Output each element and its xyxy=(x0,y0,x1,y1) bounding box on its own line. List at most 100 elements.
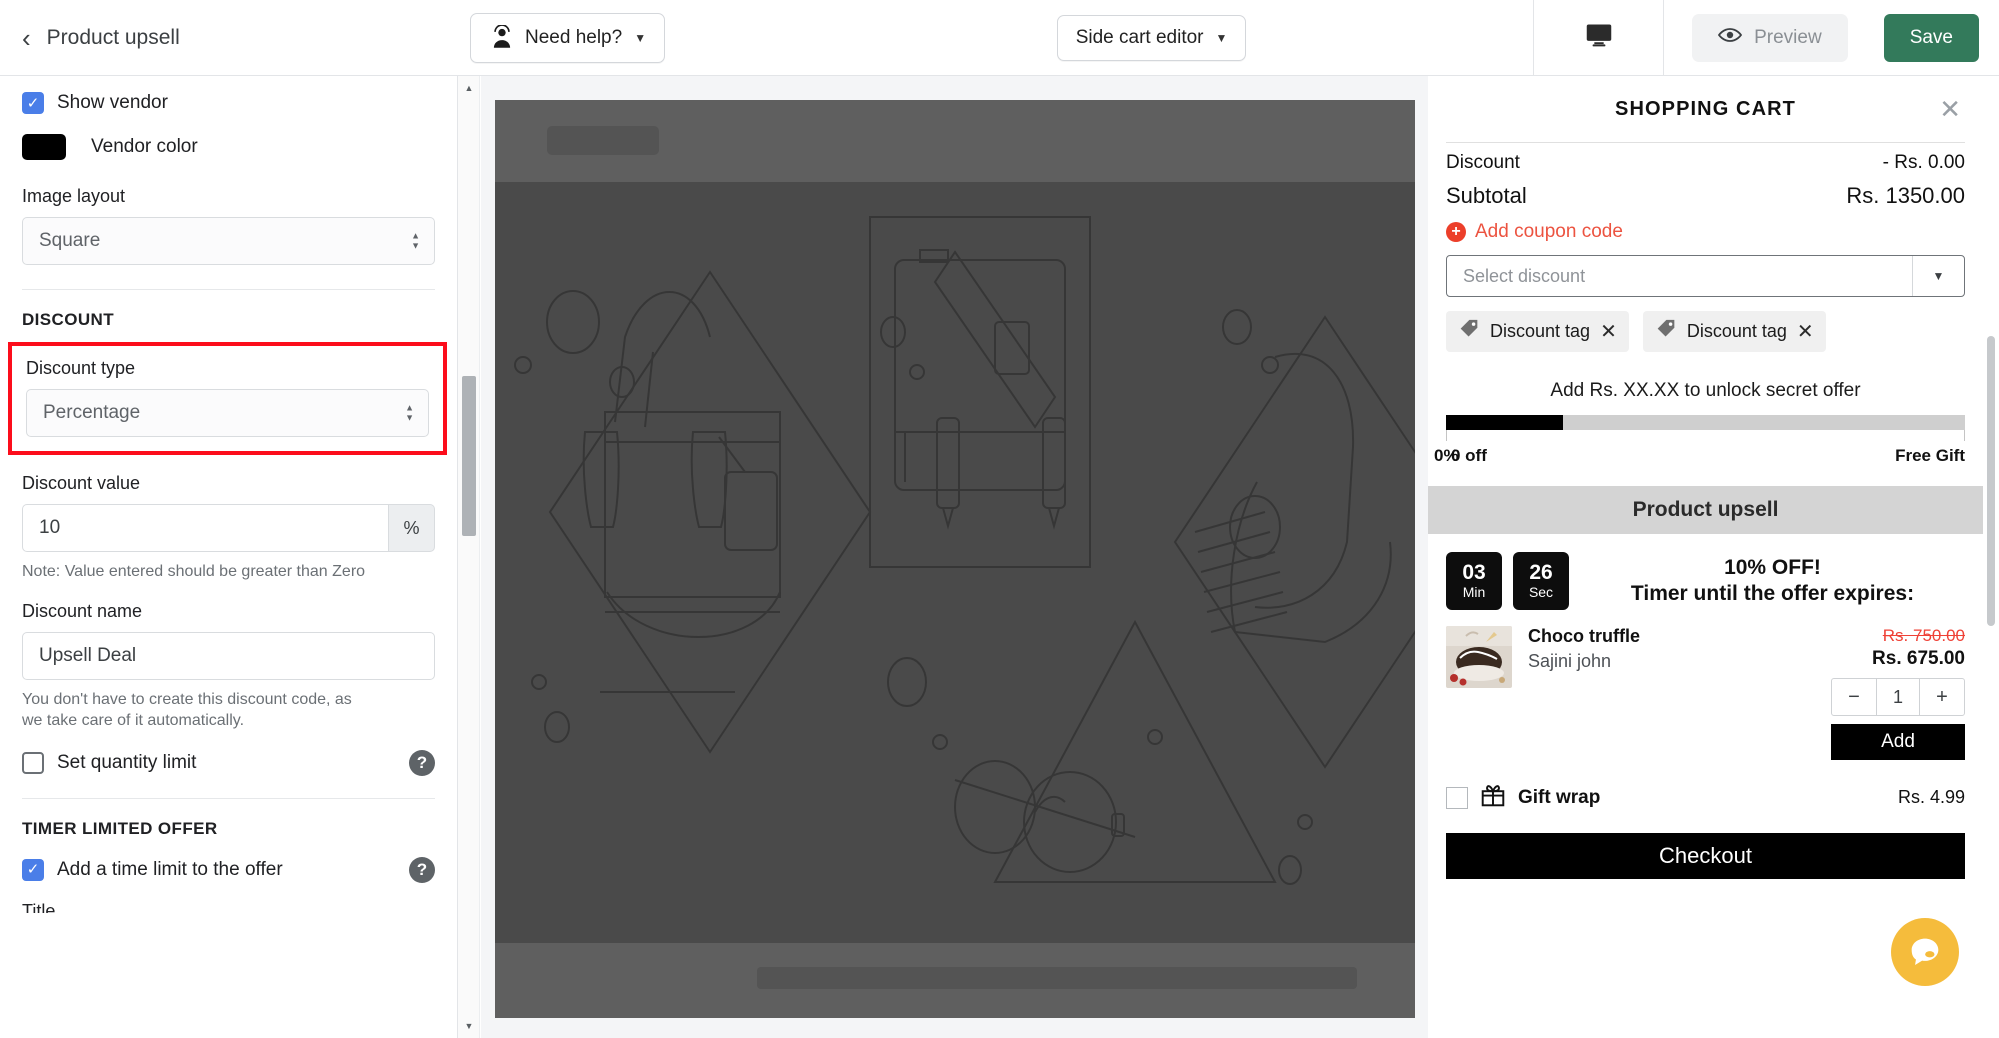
discount-section-heading: DISCOUNT xyxy=(22,310,114,329)
timer-seconds-box: 26 Sec xyxy=(1513,552,1569,610)
product-name: Choco truffle xyxy=(1528,626,1640,646)
discount-tag[interactable]: Discount tag ✕ xyxy=(1446,311,1629,352)
title-field-label: Title xyxy=(22,900,56,913)
help-question-icon[interactable]: ? xyxy=(409,856,435,883)
person-support-icon xyxy=(489,24,515,51)
desktop-view-toggle[interactable] xyxy=(1533,0,1663,75)
app-root: ‹ Product upsell Need help? ▼ Side cart … xyxy=(0,0,1999,1038)
discount-tag-list: Discount tag ✕ Discount tag ✕ xyxy=(1446,311,1965,352)
discount-value-field: Discount value 10 % Note: Value entered … xyxy=(22,473,435,583)
gift-wrap-checkbox[interactable] xyxy=(1446,786,1468,809)
need-help-button[interactable]: Need help? ▼ xyxy=(470,12,666,63)
side-cart-editor-button[interactable]: Side cart editor ▼ xyxy=(1056,14,1247,61)
store-preview-frame[interactable] xyxy=(494,100,1415,1018)
back-navigation[interactable]: ‹ Product upsell xyxy=(0,25,470,51)
help-question-icon[interactable]: ? xyxy=(409,749,435,776)
eye-icon xyxy=(1718,26,1743,50)
discount-type-highlight: Discount type Percentage ▲ ▼ xyxy=(8,342,447,455)
price-tag-icon xyxy=(1655,319,1677,344)
timer-seconds-unit: Sec xyxy=(1528,583,1554,600)
discount-value-note: Note: Value entered should be greater th… xyxy=(22,563,366,580)
preview-button[interactable]: Preview xyxy=(1692,13,1848,62)
close-x-icon[interactable]: ✕ xyxy=(1939,96,1961,122)
chevron-down-icon: ▼ xyxy=(634,30,647,45)
settings-sidebar: Show vendor Vendor color Image layout Sq… xyxy=(0,76,458,1038)
save-button[interactable]: Save xyxy=(1883,13,1979,62)
quantity-stepper[interactable]: − 1 + xyxy=(1831,678,1965,716)
close-x-icon[interactable]: ✕ xyxy=(1797,319,1814,344)
discount-tag[interactable]: Discount tag ✕ xyxy=(1642,311,1826,352)
progress-label-zero-off: 0 off xyxy=(1451,446,1487,465)
timer-minutes-box: 03 Min xyxy=(1446,552,1502,610)
discount-value-input[interactable]: 10 xyxy=(22,504,389,552)
product-price-discounted: Rs. 675.00 xyxy=(1872,648,1965,669)
section-divider xyxy=(22,797,435,799)
scroll-down-arrow-icon[interactable]: ▼ xyxy=(458,1016,480,1036)
percent-suffix: % xyxy=(389,504,435,552)
offer-text-block: 10% OFF! Timer until the offer expires: xyxy=(1580,556,1965,606)
show-vendor-checkbox[interactable] xyxy=(22,92,44,114)
timer-minutes-unit: Min xyxy=(1462,583,1486,600)
checkout-button[interactable]: Checkout xyxy=(1446,833,1965,879)
vendor-color-row: Vendor color xyxy=(22,134,435,160)
timer-section-heading: TIMER LIMITED OFFER xyxy=(22,818,218,838)
chat-bubble-icon[interactable] xyxy=(1891,918,1959,986)
cart-scrollbar-thumb[interactable] xyxy=(1987,336,1995,626)
discount-tag-label: Discount tag xyxy=(1490,321,1591,341)
chevron-down-icon[interactable]: ▼ xyxy=(1912,256,1964,296)
close-x-icon[interactable]: ✕ xyxy=(1600,319,1617,344)
select-discount-placeholder: Select discount xyxy=(1463,265,1586,286)
gift-wrap-label: Gift wrap xyxy=(1518,786,1601,808)
product-upsell-heading: Product upsell xyxy=(1428,486,1983,534)
quantity-increase-button[interactable]: + xyxy=(1920,679,1964,715)
stepper-arrows-icon[interactable]: ▲ ▼ xyxy=(405,403,414,422)
discount-type-value: Percentage xyxy=(43,402,141,423)
quantity-limit-check-group[interactable]: Set quantity limit xyxy=(22,751,197,774)
preview-placeholder-illustration xyxy=(495,182,1415,943)
discount-row: Discount - Rs. 0.00 xyxy=(1446,143,1965,174)
cart-scrollbar[interactable] xyxy=(1983,76,1999,1038)
desktop-monitor-icon xyxy=(1584,21,1614,54)
progress-labels: 0% 0 off Free Gift xyxy=(1434,446,1965,468)
cart-header: SHOPPING CART ✕ xyxy=(1446,76,1965,142)
time-limit-check-group[interactable]: Add a time limit to the offer xyxy=(22,858,283,881)
vendor-color-swatch[interactable] xyxy=(22,134,66,160)
plus-circle-icon: + xyxy=(1446,222,1466,242)
add-coupon-code-link[interactable]: + Add coupon code xyxy=(1446,221,1965,243)
discount-type-select[interactable]: Percentage ▲ ▼ xyxy=(26,389,429,437)
quantity-input[interactable]: 1 xyxy=(1876,679,1920,715)
gift-icon xyxy=(1480,782,1506,813)
discount-name-input[interactable]: Upsell Deal xyxy=(22,631,435,680)
preview-footer-placeholder xyxy=(756,967,1357,989)
offer-expire-text: Timer until the offer expires: xyxy=(1630,582,1915,605)
time-limit-row: Add a time limit to the offer ? xyxy=(22,856,435,883)
need-help-label: Need help? xyxy=(525,26,623,48)
discount-value-label: Discount value xyxy=(22,473,141,493)
sidebar-scrollbar[interactable]: ▲ ▼ xyxy=(458,76,480,1038)
subtotal-row-value: Rs. 1350.00 xyxy=(1846,183,1965,208)
chevron-left-icon[interactable]: ‹ xyxy=(22,25,31,51)
product-vendor: Sajini john xyxy=(1528,651,1612,671)
discount-name-label: Discount name xyxy=(22,600,143,621)
add-to-cart-button[interactable]: Add xyxy=(1831,724,1965,760)
image-layout-select[interactable]: Square ▲ ▼ xyxy=(22,217,435,265)
add-time-limit-checkbox[interactable] xyxy=(22,858,44,881)
preview-area: Preview xyxy=(1663,0,1876,75)
vendor-color-label: Vendor color xyxy=(91,136,198,157)
upsell-product-row: Choco truffle Sajini john Rs. 750.00 Rs.… xyxy=(1446,616,1965,760)
set-quantity-limit-label: Set quantity limit xyxy=(57,751,197,773)
add-time-limit-label: Add a time limit to the offer xyxy=(57,858,283,880)
discount-type-label: Discount type xyxy=(26,358,136,378)
product-thumbnail[interactable] xyxy=(1446,626,1512,688)
timer-seconds-value: 26 xyxy=(1529,560,1553,584)
progress-label-free-gift: Free Gift xyxy=(1895,446,1965,465)
stepper-arrows-icon[interactable]: ▲ ▼ xyxy=(411,231,420,250)
save-area: Save xyxy=(1876,13,1999,62)
set-quantity-limit-checkbox[interactable] xyxy=(22,751,44,774)
select-discount-dropdown[interactable]: Select discount ▼ xyxy=(1446,255,1965,297)
show-vendor-row[interactable]: Show vendor xyxy=(22,92,435,114)
discount-row-value: - Rs. 0.00 xyxy=(1882,152,1965,173)
quantity-decrease-button[interactable]: − xyxy=(1832,679,1876,715)
scroll-up-arrow-icon[interactable]: ▲ xyxy=(458,78,480,98)
sidebar-scrollbar-thumb[interactable] xyxy=(462,376,476,536)
